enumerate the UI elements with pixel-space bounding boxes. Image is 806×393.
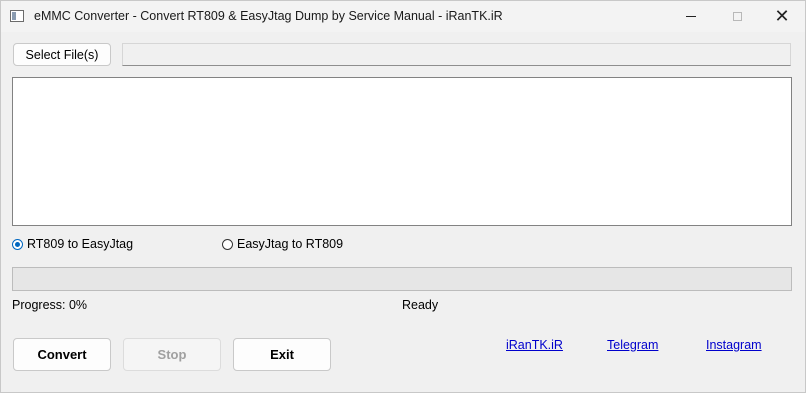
close-icon: ✕ (774, 5, 790, 27)
radio-label: EasyJtag to RT809 (237, 237, 344, 251)
radio-unselected-icon (222, 238, 233, 250)
progress-label: Progress: 0% (12, 298, 88, 312)
progress-bar (12, 267, 792, 291)
radio-easyjtag-to-rt809[interactable]: EasyJtag to RT809 (222, 237, 343, 251)
close-button[interactable]: ✕ (759, 1, 805, 32)
maximize-button[interactable] (714, 1, 760, 32)
log-textbox[interactable] (12, 77, 792, 226)
status-label: Ready (402, 298, 439, 312)
instagram-link[interactable]: Instagram (706, 338, 762, 352)
minimize-button[interactable] (668, 1, 714, 32)
radio-selected-icon (12, 238, 23, 250)
convert-button[interactable]: Convert (13, 338, 111, 371)
telegram-link[interactable]: Telegram (607, 338, 658, 352)
irantk-link[interactable]: iRanTK.iR (506, 338, 563, 352)
radio-label: RT809 to EasyJtag (27, 237, 134, 251)
maximize-icon (732, 12, 742, 21)
window-title: eMMC Converter - Convert RT809 & EasyJta… (34, 9, 503, 23)
radio-rt809-to-easyjtag[interactable]: RT809 to EasyJtag (12, 237, 133, 251)
title-bar[interactable]: eMMC Converter - Convert RT809 & EasyJta… (1, 1, 805, 32)
exit-button[interactable]: Exit (233, 338, 331, 371)
app-icon (10, 10, 24, 22)
file-path-field[interactable] (122, 43, 791, 66)
minimize-icon (686, 16, 696, 17)
stop-button[interactable]: Stop (123, 338, 221, 371)
app-window: eMMC Converter - Convert RT809 & EasyJta… (0, 0, 806, 393)
select-files-button[interactable]: Select File(s) (13, 43, 111, 66)
